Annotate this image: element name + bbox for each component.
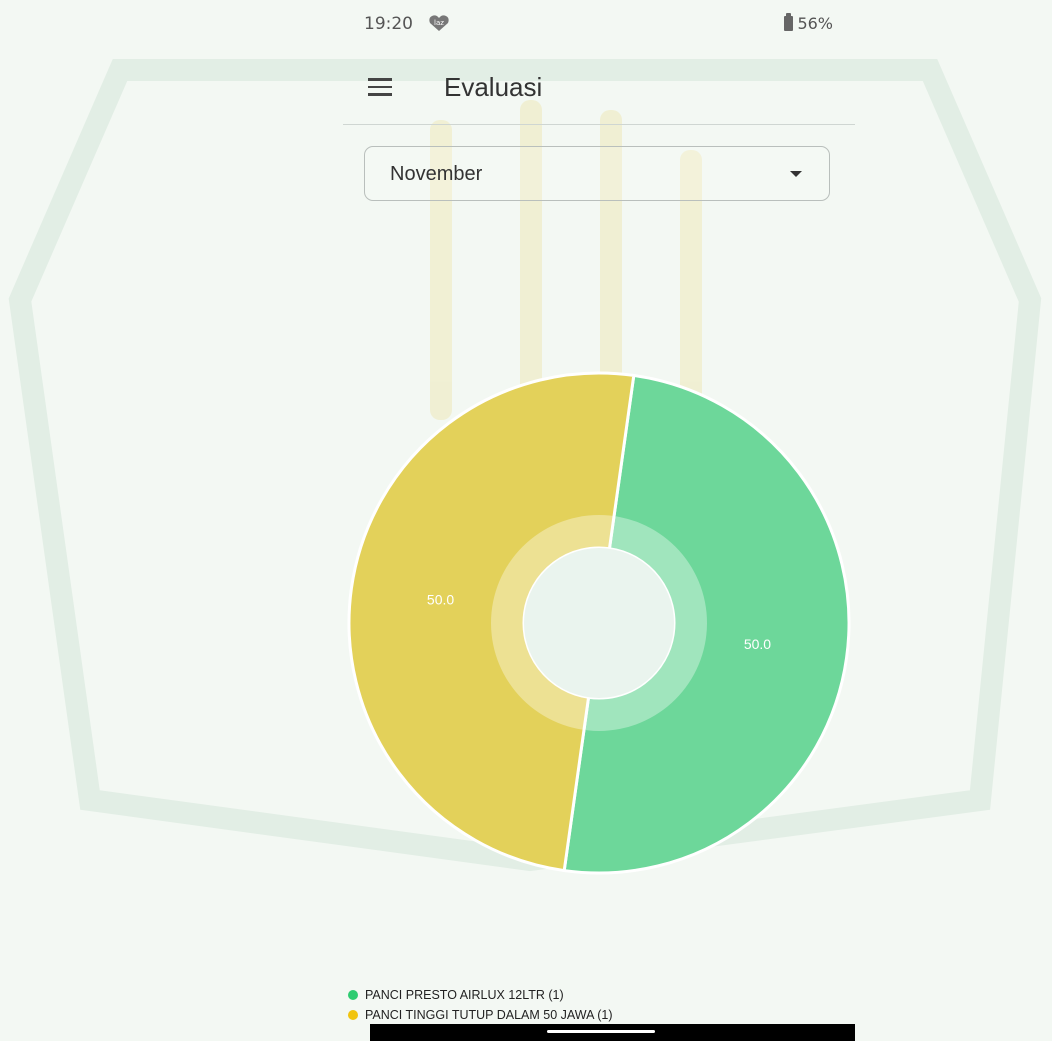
lazada-icon: laz [429, 15, 449, 31]
slice-value-label: 50.0 [744, 636, 771, 652]
home-gesture-handle[interactable] [547, 1030, 655, 1033]
legend-label: PANCI TINGGI TUTUP DALAM 50 JAWA (1) [365, 1008, 613, 1022]
status-time: 19:20 [364, 14, 413, 34]
battery-icon [784, 13, 794, 31]
month-dropdown-value: November [390, 163, 483, 185]
phone-screen: 19:20 laz 56% Evaluasi November 50.0 50.0… [343, 0, 855, 1041]
legend-item: PANCI PRESTO AIRLUX 12LTR (1) [348, 985, 613, 1005]
donut-hole [524, 548, 674, 698]
battery-percent: 56% [797, 14, 833, 33]
chevron-down-icon [790, 171, 802, 177]
donut-chart: 50.0 50.0 [347, 371, 851, 875]
legend-marker [348, 1010, 358, 1020]
navigation-bar [370, 1024, 855, 1041]
month-dropdown[interactable]: November [364, 146, 830, 201]
legend-item: PANCI TINGGI TUTUP DALAM 50 JAWA (1) [348, 1005, 613, 1025]
menu-icon[interactable] [368, 78, 392, 96]
app-bar: Evaluasi [343, 50, 855, 125]
status-bar: 19:20 laz 56% [343, 0, 855, 50]
legend-label: PANCI PRESTO AIRLUX 12LTR (1) [365, 988, 564, 1002]
svg-text:laz: laz [434, 19, 444, 27]
page-title: Evaluasi [444, 72, 543, 102]
battery-indicator: 56% [784, 13, 833, 33]
chart-legend: PANCI PRESTO AIRLUX 12LTR (1) PANCI TING… [348, 985, 613, 1025]
legend-marker [348, 990, 358, 1000]
slice-value-label: 50.0 [427, 591, 454, 607]
